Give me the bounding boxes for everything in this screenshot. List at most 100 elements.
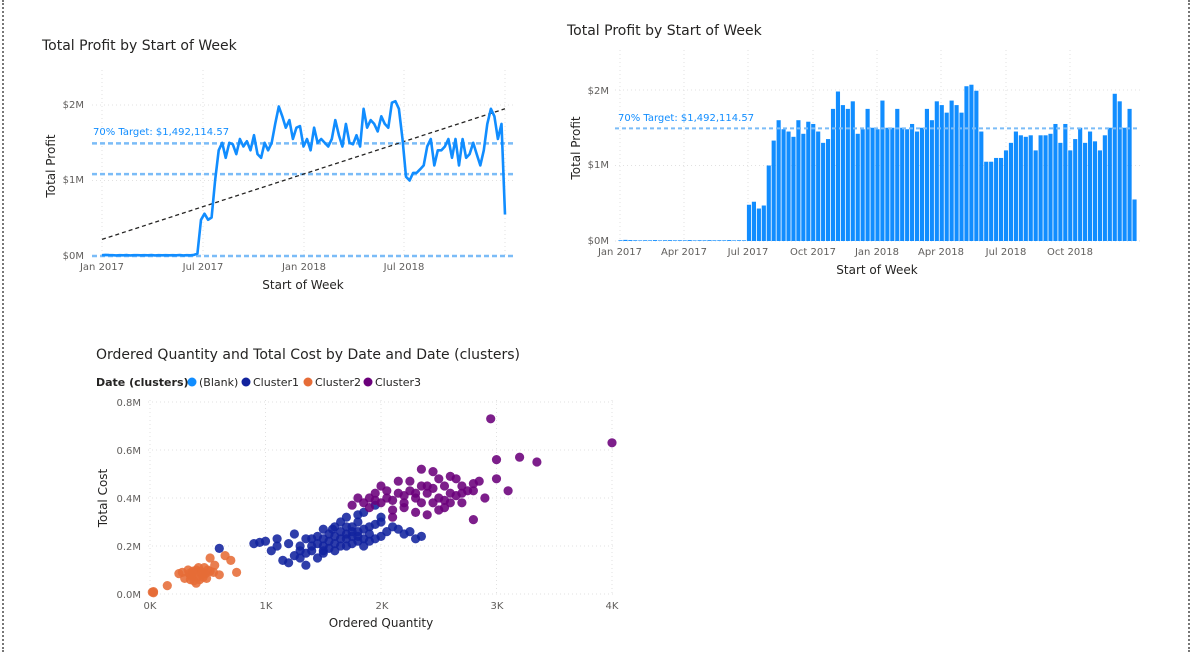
scatter-x-tick-1: 1K bbox=[260, 601, 273, 612]
line-chart-x-tick-3: Jul 2018 bbox=[383, 262, 425, 273]
scatter-chart-y-axis-title: Total Cost bbox=[96, 468, 110, 528]
line-chart-x-tick-2: Jan 2018 bbox=[281, 262, 326, 273]
scatter-point-cluster3-53 bbox=[370, 495, 380, 505]
legend-label-blank[interactable]: (Blank) bbox=[199, 376, 238, 389]
bar-27 bbox=[751, 201, 756, 241]
bar-70 bbox=[964, 86, 969, 241]
bar-chart-x-tick-2: Jul 2017 bbox=[727, 247, 769, 258]
bar-5 bbox=[643, 240, 648, 241]
legend-label-cluster3[interactable]: Cluster3 bbox=[375, 376, 421, 389]
scatter-chart-visual[interactable]: Ordered Quantity and Total Cost by Date … bbox=[96, 347, 619, 630]
line-chart-x-axis-title: Start of Week bbox=[262, 278, 343, 292]
scatter-point-cluster3-49 bbox=[428, 483, 438, 493]
bar-104 bbox=[1132, 199, 1137, 241]
scatter-point-cluster3-46 bbox=[480, 493, 490, 503]
legend-label-cluster2[interactable]: Cluster2 bbox=[315, 376, 361, 389]
bar-101 bbox=[1117, 101, 1122, 241]
scatter-point-cluster1-59 bbox=[295, 546, 305, 556]
bar-72 bbox=[974, 90, 979, 241]
bar-0 bbox=[618, 240, 623, 241]
bar-96 bbox=[1092, 141, 1098, 241]
scatter-point-cluster1-73 bbox=[376, 512, 386, 522]
bar-84 bbox=[1033, 150, 1038, 241]
bar-6 bbox=[648, 240, 653, 241]
bar-81 bbox=[1018, 135, 1023, 241]
bar-100 bbox=[1112, 93, 1117, 241]
bar-82 bbox=[1023, 136, 1028, 241]
scatter-point-cluster3-33 bbox=[411, 507, 421, 517]
scatter-point-cluster1-67 bbox=[370, 534, 380, 544]
bar-chart-plot-area bbox=[615, 84, 1140, 242]
bar-53 bbox=[880, 100, 885, 241]
bar-19 bbox=[712, 240, 717, 241]
bar-chart-x-tick-6: Jul 2018 bbox=[985, 247, 1027, 258]
bar-102 bbox=[1122, 127, 1127, 241]
scatter-point-cluster3-25 bbox=[486, 414, 496, 424]
bar-chart-title: Total Profit by Start of Week bbox=[566, 23, 763, 39]
bar-11 bbox=[672, 240, 677, 241]
scatter-point-cluster3-44 bbox=[445, 471, 455, 481]
scatter-point-cluster1-74 bbox=[353, 510, 363, 520]
bar-23 bbox=[732, 240, 737, 241]
scatter-point-cluster3-28 bbox=[607, 438, 617, 448]
bar-24 bbox=[737, 240, 742, 241]
scatter-chart-x-axis-title: Ordered Quantity bbox=[329, 616, 434, 630]
line-chart-gridlines bbox=[92, 70, 515, 258]
bar-45 bbox=[840, 105, 845, 241]
scatter-point-cluster3-57 bbox=[411, 488, 421, 498]
scatter-point-cluster2-19 bbox=[226, 555, 236, 566]
bar-chart-x-tick-3: Oct 2017 bbox=[790, 247, 836, 258]
scatter-point-cluster1-65 bbox=[336, 527, 346, 537]
scatter-point-cluster3-51 bbox=[399, 491, 409, 501]
bar-51 bbox=[870, 127, 875, 241]
bar-73 bbox=[979, 131, 984, 241]
scatter-point-cluster1-62 bbox=[312, 539, 323, 549]
line-chart-y-tick-0: $0M bbox=[63, 251, 84, 262]
scatter-point-cluster3-32 bbox=[399, 503, 409, 513]
scatter-point-cluster3-31 bbox=[416, 464, 426, 474]
bar-41 bbox=[821, 142, 826, 241]
bar-chart-visual[interactable]: Total Profit by Start of Week Total Prof… bbox=[566, 23, 1140, 277]
legend-label-cluster1[interactable]: Cluster1 bbox=[253, 376, 299, 389]
scatter-point-cluster1-24 bbox=[341, 512, 351, 522]
scatter-point-cluster2-22 bbox=[174, 569, 184, 579]
scatter-point-cluster1-44 bbox=[289, 529, 299, 539]
bar-97 bbox=[1097, 150, 1102, 241]
bar-69 bbox=[959, 112, 964, 242]
bar-chart-x-tick-0: Jan 2017 bbox=[597, 247, 642, 258]
bar-99 bbox=[1107, 127, 1112, 241]
bar-88 bbox=[1053, 123, 1058, 241]
bar-58 bbox=[905, 129, 910, 241]
bar-34 bbox=[786, 131, 791, 241]
scatter-point-cluster3-37 bbox=[468, 515, 478, 525]
bar-10 bbox=[667, 240, 672, 241]
bar-13 bbox=[682, 240, 687, 241]
line-chart-y-tick-1: $1M bbox=[63, 175, 84, 186]
bar-66 bbox=[944, 112, 949, 242]
bar-76 bbox=[994, 157, 999, 241]
scatter-y-tick-4: 0.8M bbox=[116, 398, 141, 409]
scatter-point-cluster1-51 bbox=[336, 541, 346, 551]
scatter-y-tick-1: 0.2M bbox=[116, 542, 141, 553]
scatter-point-cluster3-38 bbox=[388, 512, 398, 522]
scatter-point-cluster2-35 bbox=[148, 588, 159, 598]
legend-swatch-cluster2 bbox=[303, 377, 313, 387]
bar-57 bbox=[900, 127, 905, 241]
bar-chart-y-tick-0: $0M bbox=[588, 236, 609, 247]
bar-60 bbox=[914, 131, 920, 241]
bar-71 bbox=[969, 84, 974, 241]
bar-20 bbox=[717, 240, 722, 241]
scatter-point-cluster3-58 bbox=[434, 505, 444, 515]
scatter-point-cluster3-30 bbox=[428, 467, 438, 477]
scatter-point-cluster1-40 bbox=[416, 531, 426, 542]
bar-17 bbox=[702, 240, 707, 241]
line-chart-visual[interactable]: Total Profit by Start of Week Total Prof… bbox=[41, 38, 515, 292]
scatter-point-cluster2-34 bbox=[197, 567, 207, 578]
scatter-point-cluster3-23 bbox=[491, 474, 502, 484]
bar-63 bbox=[929, 120, 934, 241]
bar-75 bbox=[989, 161, 994, 241]
bar-16 bbox=[697, 240, 702, 241]
bar-chart-x-axis-title: Start of Week bbox=[836, 263, 917, 277]
bar-80 bbox=[1013, 131, 1018, 241]
bar-8 bbox=[657, 240, 663, 241]
